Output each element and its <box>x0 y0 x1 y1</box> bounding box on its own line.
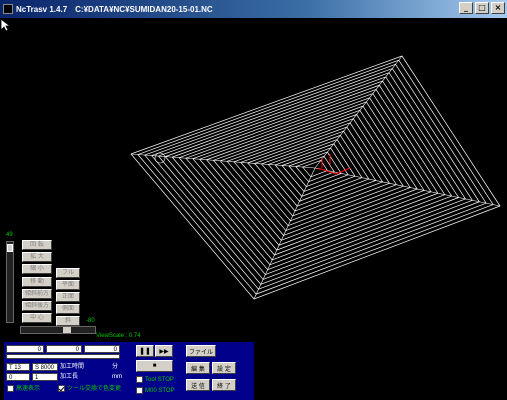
progress-bar <box>6 354 120 359</box>
tool-field: T 13 <box>6 363 30 371</box>
pause-button[interactable]: ❚❚ <box>136 345 154 357</box>
zoom-slider-thumb[interactable] <box>7 244 13 252</box>
title-bar[interactable]: NcTrasv 1.4.7 C:¥DATA¥NC¥SUMIDAN20-15-01… <box>0 0 507 18</box>
view-top-button[interactable]: 平面 <box>56 280 80 290</box>
length-field: 1 <box>32 373 58 381</box>
fast-forward-button[interactable]: ▶▶ <box>155 345 173 357</box>
coord-y-field: 0 <box>46 345 82 353</box>
zoom-value: 49 <box>6 232 13 238</box>
stop-icon: ■ <box>152 363 157 369</box>
close-button[interactable]: × <box>491 2 505 14</box>
machining-time-label: 加工時間 <box>60 364 85 370</box>
send-button[interactable]: 送 信 <box>186 379 210 391</box>
file-button[interactable]: ファイル <box>186 345 216 357</box>
m00-stop-checkbox[interactable] <box>136 387 143 394</box>
toolpath-contour <box>240 122 390 222</box>
toolpath-ridge <box>314 55 403 169</box>
toolpath-contour <box>130 55 501 300</box>
tool-stop-checkbox[interactable] <box>136 376 143 383</box>
coord-x-field: 0 <box>6 345 44 353</box>
tool-stop-label: Tool STOP <box>145 377 174 383</box>
length-unit-label: mm <box>112 374 122 380</box>
minimize-button[interactable]: _ <box>459 2 473 14</box>
m00-stop-label: M00 STOP <box>145 388 175 394</box>
fast-display-checkbox[interactable] <box>7 385 14 392</box>
toolpath-contour <box>192 93 439 256</box>
window-controls: _ □ × <box>459 2 505 14</box>
horizontal-slider[interactable] <box>20 326 96 334</box>
time-unit-label: 分 <box>112 364 119 370</box>
tool-change-color-checkbox[interactable] <box>58 385 65 392</box>
toolpath-contour <box>267 139 363 202</box>
view-front-button[interactable]: 正面 <box>56 292 80 302</box>
view-side-button[interactable]: 側面 <box>56 304 80 314</box>
maximize-button[interactable]: □ <box>475 2 489 14</box>
toolpath-contour <box>158 72 473 280</box>
app-icon <box>3 4 13 14</box>
coord-z-field: 0 <box>84 345 120 353</box>
edit-button[interactable]: 編 集 <box>186 362 210 374</box>
zoom-slider[interactable] <box>6 241 14 323</box>
horizontal-slider-thumb[interactable] <box>63 327 71 333</box>
view-full-button[interactable]: フル <box>56 268 80 278</box>
app-title: NcTrasv 1.4.7 <box>16 4 68 14</box>
hscale-value: -80 <box>86 318 95 324</box>
control-panel: 0 0 0 T 13 S 8000 加工時間 分 0 1 加工長 mm 高速表示… <box>4 342 254 400</box>
tool-change-color-label: ツール交換で色変更 <box>67 386 122 392</box>
feed-field: 0 <box>6 373 30 381</box>
fast-forward-icon: ▶▶ <box>159 348 169 355</box>
toolpath-ridge <box>130 153 316 169</box>
machining-length-label: 加工長 <box>60 374 79 380</box>
fast-display-label: 高速表示 <box>16 386 41 392</box>
exit-button[interactable]: 終 了 <box>212 379 236 391</box>
pan-button[interactable]: 移 動 <box>22 277 52 287</box>
center-button[interactable]: 中 心 <box>22 313 52 323</box>
rotate-button[interactable]: 回 転 <box>22 240 52 250</box>
settings-button[interactable]: 設 定 <box>212 362 236 374</box>
stop-button[interactable]: ■ <box>136 360 173 372</box>
pause-icon: ❚❚ <box>139 348 151 355</box>
mouse-pointer-icon <box>0 18 10 32</box>
spindle-field: S 8000 <box>32 363 58 371</box>
file-path: C:¥DATA¥NC¥SUMIDAN20-15-01.NC <box>75 4 213 14</box>
view-iso-button[interactable]: 斜 <box>56 316 80 326</box>
zoom-out-button[interactable]: 縮 小 <box>22 264 52 274</box>
tilt-forward-button[interactable]: 傾斜前方 <box>22 289 52 299</box>
toolpath-contour <box>137 59 494 295</box>
zoom-in-button[interactable]: 拡 大 <box>22 252 52 262</box>
tilt-backward-button[interactable]: 傾斜後方 <box>22 301 52 311</box>
view-scale-label: ViewScale : 0.74 <box>96 333 141 339</box>
